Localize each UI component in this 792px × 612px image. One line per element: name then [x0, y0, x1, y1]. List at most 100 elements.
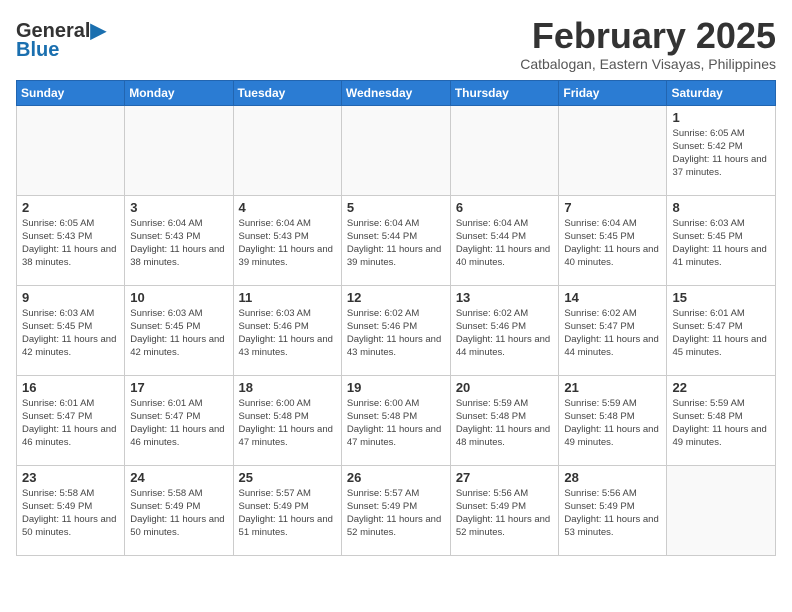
day-info: Sunrise: 6:01 AM Sunset: 5:47 PM Dayligh…	[672, 307, 770, 360]
calendar-cell	[667, 465, 776, 555]
day-info: Sunrise: 5:56 AM Sunset: 5:49 PM Dayligh…	[456, 487, 554, 540]
calendar-cell: 21Sunrise: 5:59 AM Sunset: 5:48 PM Dayli…	[559, 375, 667, 465]
day-info: Sunrise: 6:05 AM Sunset: 5:42 PM Dayligh…	[672, 127, 770, 180]
day-info: Sunrise: 6:00 AM Sunset: 5:48 PM Dayligh…	[347, 397, 445, 450]
calendar-cell: 1 Sunrise: 6:05 AM Sunset: 5:42 PM Daylig…	[667, 105, 776, 195]
subtitle: Catbalogan, Eastern Visayas, Philippines	[520, 56, 776, 72]
calendar-cell: 22 Sunrise: 5:59 AM Sunset: 5:48 PM Dayli…	[667, 375, 776, 465]
calendar-cell	[125, 105, 233, 195]
calendar-cell: 6 Sunrise: 6:04 AM Sunset: 5:44 PM Daylig…	[450, 195, 559, 285]
calendar-cell: 14Sunrise: 6:02 AM Sunset: 5:47 PM Dayli…	[559, 285, 667, 375]
weekday-header-friday: Friday	[559, 80, 667, 105]
weekday-header-thursday: Thursday	[450, 80, 559, 105]
calendar-cell: 5 Sunrise: 6:04 AM Sunset: 5:44 PM Daylig…	[341, 195, 450, 285]
day-number: 28	[564, 470, 661, 485]
day-number: 18	[239, 380, 336, 395]
day-number: 13	[456, 290, 554, 305]
day-info: Sunrise: 6:02 AM Sunset: 5:47 PM Dayligh…	[564, 307, 661, 360]
day-number: 24	[130, 470, 227, 485]
weekday-header-tuesday: Tuesday	[233, 80, 341, 105]
day-number: 19	[347, 380, 445, 395]
calendar-cell	[559, 105, 667, 195]
day-number: 8	[672, 200, 770, 215]
day-number: 1	[672, 110, 770, 125]
calendar-cell: 15Sunrise: 6:01 AM Sunset: 5:47 PM Dayli…	[667, 285, 776, 375]
day-info: Sunrise: 5:58 AM Sunset: 5:49 PM Dayligh…	[130, 487, 227, 540]
day-info: Sunrise: 6:04 AM Sunset: 5:43 PM Dayligh…	[239, 217, 336, 270]
day-number: 22	[672, 380, 770, 395]
day-info: Sunrise: 6:03 AM Sunset: 5:45 PM Dayligh…	[130, 307, 227, 360]
day-number: 10	[130, 290, 227, 305]
weekday-header-saturday: Saturday	[667, 80, 776, 105]
day-number: 26	[347, 470, 445, 485]
calendar-cell: 24 Sunrise: 5:58 AM Sunset: 5:49 PM Dayli…	[125, 465, 233, 555]
logo-blue: Blue	[16, 40, 59, 60]
day-number: 9	[22, 290, 119, 305]
day-number: 6	[456, 200, 554, 215]
day-number: 12	[347, 290, 445, 305]
day-number: 3	[130, 200, 227, 215]
day-number: 17	[130, 380, 227, 395]
week-row-2: 2 Sunrise: 6:05 AM Sunset: 5:43 PM Daylig…	[17, 195, 776, 285]
calendar-cell: 2 Sunrise: 6:05 AM Sunset: 5:43 PM Daylig…	[17, 195, 125, 285]
day-number: 11	[239, 290, 336, 305]
day-number: 7	[564, 200, 661, 215]
day-info: Sunrise: 6:03 AM Sunset: 5:45 PM Dayligh…	[672, 217, 770, 270]
weekday-header-monday: Monday	[125, 80, 233, 105]
day-info: Sunrise: 6:04 AM Sunset: 5:44 PM Dayligh…	[456, 217, 554, 270]
calendar-cell	[341, 105, 450, 195]
calendar-cell: 28Sunrise: 5:56 AM Sunset: 5:49 PM Dayli…	[559, 465, 667, 555]
week-row-1: 1 Sunrise: 6:05 AM Sunset: 5:42 PM Daylig…	[17, 105, 776, 195]
calendar-cell: 9 Sunrise: 6:03 AM Sunset: 5:45 PM Daylig…	[17, 285, 125, 375]
day-info: Sunrise: 6:04 AM Sunset: 5:44 PM Dayligh…	[347, 217, 445, 270]
day-number: 5	[347, 200, 445, 215]
calendar-cell: 12 Sunrise: 6:02 AM Sunset: 5:46 PM Dayli…	[341, 285, 450, 375]
day-info: Sunrise: 6:03 AM Sunset: 5:45 PM Dayligh…	[22, 307, 119, 360]
day-number: 2	[22, 200, 119, 215]
day-number: 25	[239, 470, 336, 485]
calendar-cell	[233, 105, 341, 195]
calendar-cell: 10 Sunrise: 6:03 AM Sunset: 5:45 PM Dayli…	[125, 285, 233, 375]
day-info: Sunrise: 5:57 AM Sunset: 5:49 PM Dayligh…	[347, 487, 445, 540]
day-info: Sunrise: 6:04 AM Sunset: 5:43 PM Dayligh…	[130, 217, 227, 270]
page-header: General▶ Blue February 2025 Catbalogan, …	[16, 16, 776, 72]
weekday-header-sunday: Sunday	[17, 80, 125, 105]
calendar-cell: 17 Sunrise: 6:01 AM Sunset: 5:47 PM Dayli…	[125, 375, 233, 465]
week-row-3: 9 Sunrise: 6:03 AM Sunset: 5:45 PM Daylig…	[17, 285, 776, 375]
day-info: Sunrise: 6:01 AM Sunset: 5:47 PM Dayligh…	[22, 397, 119, 450]
calendar-cell: 11Sunrise: 6:03 AM Sunset: 5:46 PM Dayli…	[233, 285, 341, 375]
day-info: Sunrise: 5:59 AM Sunset: 5:48 PM Dayligh…	[672, 397, 770, 450]
calendar-cell	[17, 105, 125, 195]
day-info: Sunrise: 6:04 AM Sunset: 5:45 PM Dayligh…	[564, 217, 661, 270]
calendar-cell: 19 Sunrise: 6:00 AM Sunset: 5:48 PM Dayli…	[341, 375, 450, 465]
calendar-table: SundayMondayTuesdayWednesdayThursdayFrid…	[16, 80, 776, 556]
day-info: Sunrise: 6:02 AM Sunset: 5:46 PM Dayligh…	[347, 307, 445, 360]
day-info: Sunrise: 6:01 AM Sunset: 5:47 PM Dayligh…	[130, 397, 227, 450]
calendar-cell: 26 Sunrise: 5:57 AM Sunset: 5:49 PM Dayli…	[341, 465, 450, 555]
day-info: Sunrise: 6:00 AM Sunset: 5:48 PM Dayligh…	[239, 397, 336, 450]
month-title: February 2025	[520, 16, 776, 56]
calendar-cell: 13 Sunrise: 6:02 AM Sunset: 5:46 PM Dayli…	[450, 285, 559, 375]
calendar-cell: 27 Sunrise: 5:56 AM Sunset: 5:49 PM Dayli…	[450, 465, 559, 555]
calendar-cell: 4 Sunrise: 6:04 AM Sunset: 5:43 PM Daylig…	[233, 195, 341, 285]
weekday-header-row: SundayMondayTuesdayWednesdayThursdayFrid…	[17, 80, 776, 105]
day-number: 4	[239, 200, 336, 215]
day-info: Sunrise: 5:58 AM Sunset: 5:49 PM Dayligh…	[22, 487, 119, 540]
day-info: Sunrise: 6:02 AM Sunset: 5:46 PM Dayligh…	[456, 307, 554, 360]
day-number: 27	[456, 470, 554, 485]
day-info: Sunrise: 5:57 AM Sunset: 5:49 PM Dayligh…	[239, 487, 336, 540]
day-number: 20	[456, 380, 554, 395]
day-info: Sunrise: 6:05 AM Sunset: 5:43 PM Dayligh…	[22, 217, 119, 270]
day-number: 16	[22, 380, 119, 395]
title-area: February 2025 Catbalogan, Eastern Visaya…	[520, 16, 776, 72]
week-row-5: 23Sunrise: 5:58 AM Sunset: 5:49 PM Dayli…	[17, 465, 776, 555]
week-row-4: 16 Sunrise: 6:01 AM Sunset: 5:47 PM Dayli…	[17, 375, 776, 465]
calendar-cell	[450, 105, 559, 195]
day-info: Sunrise: 5:59 AM Sunset: 5:48 PM Dayligh…	[456, 397, 554, 450]
calendar-cell: 23Sunrise: 5:58 AM Sunset: 5:49 PM Dayli…	[17, 465, 125, 555]
logo: General▶ Blue	[16, 20, 106, 60]
calendar-cell: 25 Sunrise: 5:57 AM Sunset: 5:49 PM Dayli…	[233, 465, 341, 555]
calendar-cell: 20 Sunrise: 5:59 AM Sunset: 5:48 PM Dayli…	[450, 375, 559, 465]
day-number: 21	[564, 380, 661, 395]
calendar-cell: 18 Sunrise: 6:00 AM Sunset: 5:48 PM Dayli…	[233, 375, 341, 465]
